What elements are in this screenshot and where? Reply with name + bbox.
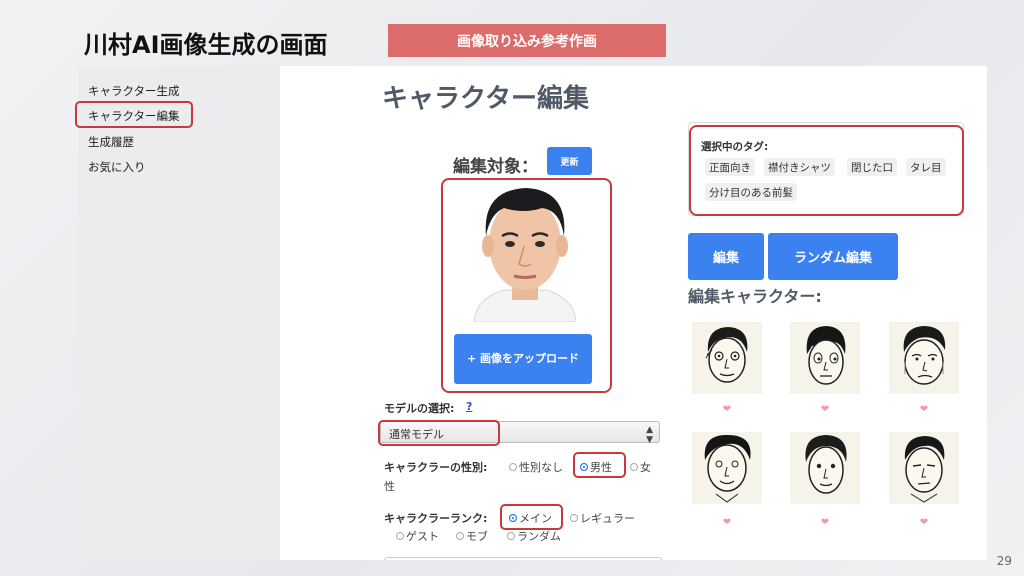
rank-option-regular: レギュラー — [580, 512, 635, 525]
favorite-heart-icon[interactable]: ❤ — [790, 517, 860, 528]
sidebar-highlight — [75, 101, 193, 128]
favorite-heart-icon[interactable]: ❤ — [790, 404, 860, 415]
gender-radio-none[interactable]: 性別なし — [509, 459, 563, 475]
model-select-highlight — [378, 420, 500, 446]
gender-option-none: 性別なし — [519, 461, 563, 474]
slide-title: 川村AI画像生成の画面 — [84, 31, 328, 59]
edited-characters-title: 編集キャラクター: — [688, 287, 822, 306]
favorite-heart-icon[interactable]: ❤ — [692, 517, 762, 528]
rank-radio-random[interactable]: ランダム — [507, 528, 561, 544]
character-thumbnail[interactable] — [692, 322, 762, 394]
tag-collared-shirt[interactable]: 襟付きシャツ — [764, 158, 835, 176]
favorite-heart-icon[interactable]: ❤ — [889, 404, 959, 415]
tag-parted-bangs[interactable]: 分け目のある前髪 — [705, 183, 797, 201]
gender-radio-female[interactable]: 女 — [630, 459, 654, 475]
rank-radio-regular[interactable]: レギュラー — [570, 510, 635, 526]
radio-icon — [509, 463, 517, 471]
character-thumbnail[interactable] — [692, 432, 762, 504]
radio-icon — [456, 532, 464, 540]
model-help-link[interactable]: ? — [466, 400, 472, 413]
radio-icon — [570, 514, 578, 522]
model-select-label: モデルの選択: — [384, 402, 455, 415]
rank-option-guest: ゲスト — [406, 530, 439, 543]
tag-front-facing[interactable]: 正面向き — [705, 158, 755, 176]
sidebar-item-history[interactable]: 生成履歴 — [88, 134, 134, 150]
rank-label: キャラクラーランク: — [384, 512, 488, 525]
tag-closed-mouth[interactable]: 閉じた口 — [847, 158, 897, 176]
edit-target-label: 編集対象： — [453, 157, 538, 177]
rank-radio-mob[interactable]: モブ — [456, 528, 488, 544]
favorite-heart-icon[interactable]: ❤ — [889, 517, 959, 528]
rank-radio-guest[interactable]: ゲスト — [396, 528, 439, 544]
gender-male-highlight — [573, 452, 626, 478]
page-number: 29 — [996, 554, 1012, 568]
edit-button[interactable]: 編集 — [688, 233, 764, 280]
favorite-heart-icon[interactable]: ❤ — [692, 404, 762, 415]
update-button[interactable]: 更新 — [547, 147, 592, 175]
upload-image-button[interactable]: + 画像をアップロード — [454, 334, 592, 384]
radio-icon — [396, 532, 404, 540]
selected-tags-title: 選択中のタグ: — [701, 141, 769, 153]
uploaded-face-image — [464, 180, 586, 322]
sidebar: キャラクター生成 キャラクター編集 生成履歴 お気に入り — [75, 66, 280, 560]
gender-option-female-first: 女 — [640, 461, 651, 474]
radio-icon — [507, 532, 515, 540]
character-thumbnail[interactable] — [790, 432, 860, 504]
random-edit-button[interactable]: ランダム編集 — [768, 233, 898, 280]
rank-option-random: ランダム — [517, 530, 561, 543]
bottom-input-field[interactable] — [384, 557, 662, 560]
reference-banner: 画像取り込み参考作画 — [388, 24, 666, 57]
main-panel: キャラクター編集 編集対象： 更新 + 画像をアップロード モデルの選択: ? … — [280, 66, 987, 560]
page-title: キャラクター編集 — [382, 84, 589, 114]
rank-main-highlight — [500, 504, 563, 530]
select-arrows-icon: ▲ ▼ — [646, 425, 653, 445]
sidebar-item-favorites[interactable]: お気に入り — [88, 159, 146, 175]
rank-option-mob: モブ — [466, 530, 488, 543]
character-thumbnail[interactable] — [889, 432, 959, 504]
gender-option-female-wrap: 性 — [384, 480, 395, 493]
gender-label: キャラクラーの性別: — [384, 461, 488, 474]
character-thumbnail[interactable] — [790, 322, 860, 394]
character-thumbnail[interactable] — [889, 322, 959, 394]
sidebar-item-character-generate[interactable]: キャラクター生成 — [88, 83, 180, 99]
tag-droopy-eyes[interactable]: タレ目 — [906, 158, 946, 176]
radio-icon — [630, 463, 638, 471]
